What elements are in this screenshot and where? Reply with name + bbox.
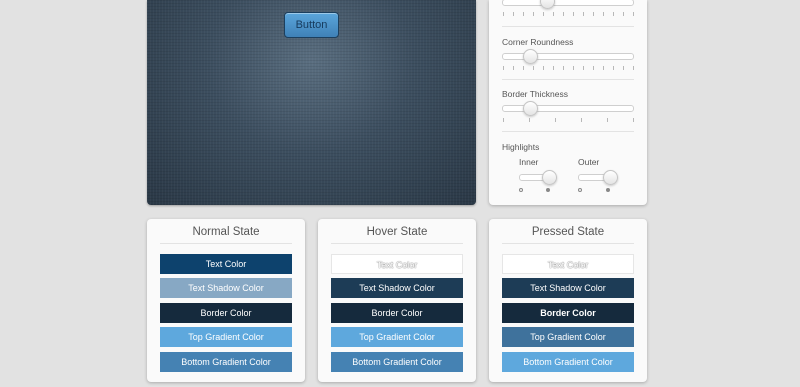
- bottom-gradient-color-swatch[interactable]: Bottom Gradient Color: [502, 352, 634, 372]
- text-color-swatch[interactable]: Text Color: [502, 254, 634, 274]
- inner-highlight-thumb[interactable]: [542, 170, 557, 185]
- divider: [331, 243, 463, 244]
- text-shadow-color-swatch[interactable]: Text Shadow Color: [502, 278, 634, 298]
- top-slider-track[interactable]: [502, 0, 634, 6]
- border-thickness-track[interactable]: [502, 105, 634, 112]
- outer-on-dot: [606, 188, 610, 192]
- outer-highlight-thumb[interactable]: [603, 170, 618, 185]
- top-slider-thumb[interactable]: [540, 0, 555, 9]
- normal-state-card: Normal State Text Color Text Shadow Colo…: [147, 219, 305, 382]
- divider: [502, 243, 634, 244]
- card-title: Normal State: [192, 226, 260, 238]
- top-gradient-color-swatch[interactable]: Top Gradient Color: [502, 327, 634, 347]
- outer-label: Outer: [578, 157, 600, 167]
- pressed-state-card: Pressed State Text Color Text Shadow Col…: [489, 219, 647, 382]
- top-gradient-color-swatch[interactable]: Top Gradient Color: [160, 327, 292, 347]
- highlights-label: Highlights: [502, 142, 540, 152]
- text-color-swatch[interactable]: Text Color: [331, 254, 463, 274]
- corner-roundness-label: Corner Roundness: [502, 37, 574, 47]
- border-color-swatch[interactable]: Border Color: [502, 303, 634, 323]
- button-preview: Button: [147, 0, 476, 205]
- bottom-gradient-color-swatch[interactable]: Bottom Gradient Color: [160, 352, 292, 372]
- text-color-swatch[interactable]: Text Color: [160, 254, 292, 274]
- card-title: Pressed State: [531, 226, 605, 238]
- inner-label: Inner: [519, 157, 539, 167]
- divider: [160, 243, 292, 244]
- border-thickness-thumb[interactable]: [523, 101, 538, 116]
- card-title: Hover State: [366, 226, 428, 238]
- settings-panel: Corner Roundness Border Thickness Highli…: [489, 0, 647, 205]
- border-thickness-label: Border Thickness: [502, 89, 568, 99]
- corner-roundness-thumb[interactable]: [523, 49, 538, 64]
- divider: [502, 79, 634, 80]
- inner-on-dot: [546, 188, 550, 192]
- corner-roundness-track[interactable]: [502, 53, 634, 60]
- divider: [502, 131, 634, 132]
- text-shadow-color-swatch[interactable]: Text Shadow Color: [331, 278, 463, 298]
- preview-button[interactable]: Button: [284, 12, 339, 38]
- hover-state-card: Hover State Text Color Text Shadow Color…: [318, 219, 476, 382]
- bottom-gradient-color-swatch[interactable]: Bottom Gradient Color: [331, 352, 463, 372]
- border-color-swatch[interactable]: Border Color: [160, 303, 292, 323]
- inner-off-dot: [519, 188, 523, 192]
- divider: [502, 26, 634, 27]
- border-color-swatch[interactable]: Border Color: [331, 303, 463, 323]
- text-shadow-color-swatch[interactable]: Text Shadow Color: [160, 278, 292, 298]
- top-gradient-color-swatch[interactable]: Top Gradient Color: [331, 327, 463, 347]
- outer-off-dot: [578, 188, 582, 192]
